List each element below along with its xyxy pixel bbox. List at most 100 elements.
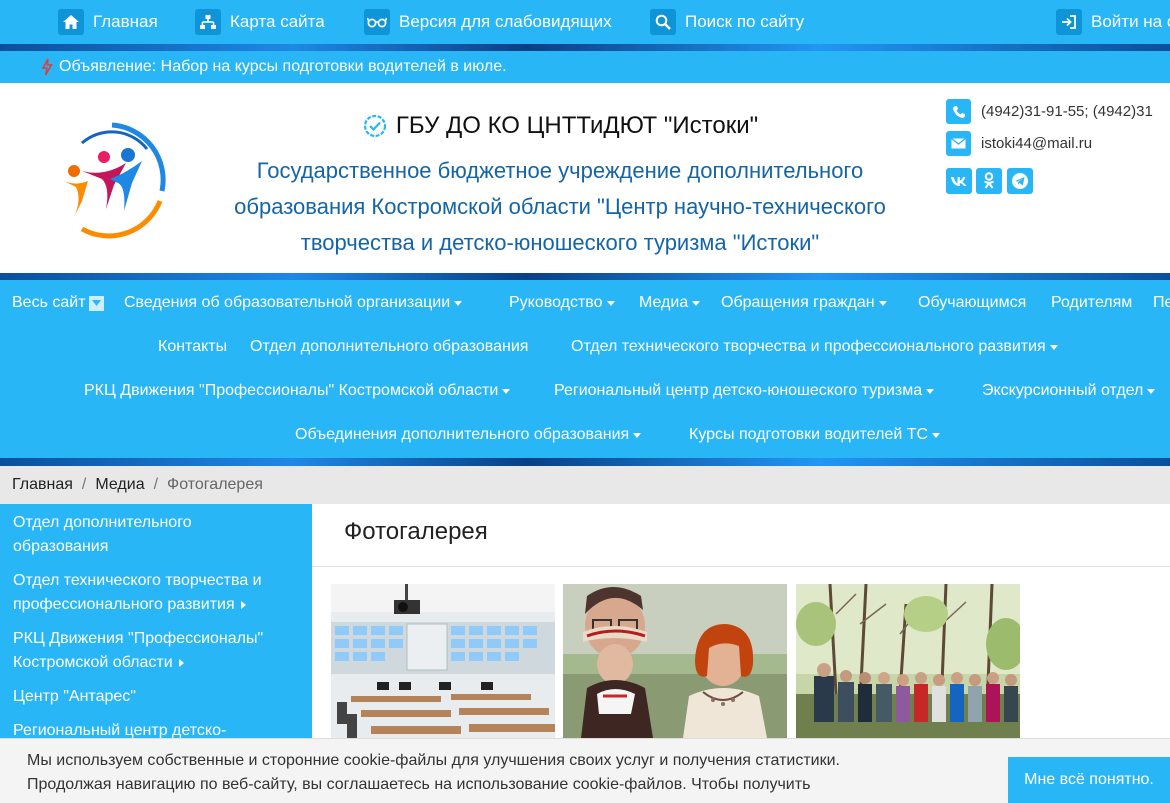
cookie-notice-text: Мы используем собственные и сторонние co… [27,749,987,797]
chevron-down-icon [926,388,935,394]
glasses-icon [364,9,390,35]
chevron-down-icon [1147,388,1156,394]
menu-youth-tourism-center[interactable]: Региональный центр детско-юношеского тур… [554,369,935,413]
site-search-link[interactable]: Поиск по сайту [650,0,804,44]
menu-item-label: Контакты [158,338,228,355]
verified-badge-icon [362,113,388,139]
menu-item-label: Курсы подготовки водителей ТС [689,426,929,443]
decorative-wave-middle [0,273,1170,280]
org-short-name: ГБУ ДО КО ЦНТТиДЮТ "Истоки" [200,112,920,140]
breadcrumb-home[interactable]: Главная [12,476,73,494]
login-link[interactable]: Войти на с [1056,0,1170,44]
menu-technical-creativity-dept[interactable]: Отдел технического творчества и професси… [571,325,1058,369]
announcement-bar[interactable]: Объявление: Набор на курсы подготовки во… [0,51,1170,83]
menu-org-info[interactable]: Сведения об образовательной организации [124,281,463,325]
org-full-name-line: творчества и детско-юношеского туризма "… [300,230,820,255]
menu-all-site[interactable]: Весь сайт [12,281,104,325]
phone-contact[interactable]: (4942)31-91-55; (4942)31 [946,99,1153,124]
menu-item-label: Региональный центр детско-юношеского тур… [554,382,923,399]
menu-additional-education-groups[interactable]: Объединения дополнительного образования [295,413,642,457]
sidebar-item-antares[interactable]: Центр "Антарес" [13,685,303,709]
menu-next-item[interactable]: Пе [1153,281,1170,325]
gallery-photo[interactable] [563,584,787,738]
site-search-link-label: Поиск по сайту [685,12,805,31]
chevron-down-icon [932,432,941,438]
org-full-name-line: Государственное бюджетное учреждение доп… [256,158,864,183]
cookie-notice-line: Продолжая навигацию по веб-сайту, вы сог… [27,776,811,793]
chevron-down-icon [502,388,511,394]
menu-excursion-dept[interactable]: Экскурсионный отдел [982,369,1156,413]
sidebar-item-professionals[interactable]: РКЦ Движения "Профессионалы" Костромской… [13,627,303,675]
menu-item-label: Родителям [1051,294,1133,311]
gallery-photo[interactable] [331,584,555,738]
cookie-accept-button[interactable]: Мне всё понятно. [1008,757,1170,803]
home-link-label: Главная [93,12,158,31]
main-menu: Весь сайт Сведения об образовательной ор… [0,280,1170,458]
menu-item-label: Отдел дополнительного образования [250,338,529,355]
cookie-banner: Мы используем собственные и сторонние co… [0,738,1170,803]
menu-item-label: Объединения дополнительного образования [295,426,630,443]
lightning-icon [41,58,53,76]
menu-citizen-appeals[interactable]: Обращения граждан [721,281,887,325]
dropdown-toggle-icon [88,295,104,311]
menu-item-label: Медиа [639,294,689,311]
sidebar-item-label: профессионального развития [13,596,235,613]
sitemap-link-label: Карта сайта [230,12,325,31]
org-short-name-text: ГБУ ДО КО ЦНТТиДЮТ "Истоки" [395,112,759,139]
site-header: ГБУ ДО КО ЦНТТиДЮТ "Истоки" Государствен… [0,83,1170,273]
sidebar-item-label: Костромской области [13,654,173,671]
breadcrumb-media[interactable]: Медиа [95,476,144,494]
menu-leadership[interactable]: Руководство [509,281,615,325]
home-icon [58,9,84,35]
chevron-down-icon [692,300,701,306]
sitemap-link[interactable]: Карта сайта [195,0,325,44]
accessibility-link-label: Версия для слабовидящих [399,12,612,31]
mail-icon [946,131,971,156]
email-address: istoki44@mail.ru [981,135,1093,152]
menu-item-label: РКЦ Движения "Профессионалы" Костромской… [84,382,499,399]
breadcrumb-separator: / [153,476,159,493]
telegram-icon[interactable] [1007,168,1033,194]
vk-icon[interactable] [946,168,972,194]
menu-parents[interactable]: Родителям [1051,281,1132,325]
menu-additional-education-dept[interactable]: Отдел дополнительного образования [250,325,528,369]
phone-icon [946,99,971,124]
menu-professionals-center[interactable]: РКЦ Движения "Профессионалы" Костромской… [84,369,511,413]
sidebar-item-label: РКЦ Движения "Профессионалы" [13,630,264,647]
menu-students[interactable]: Обучающимся [918,281,1026,325]
sidebar-item-additional-education[interactable]: Отдел дополнительного образования [13,511,303,559]
decorative-wave-top [0,44,1170,51]
top-utility-bar: Главная Карта сайта Версия для слабовидя… [0,0,1170,44]
sidebar-item-technical-creativity[interactable]: Отдел технического творчества и професси… [13,569,303,617]
chevron-down-icon [606,300,615,306]
menu-item-label: Отдел технического творчества и професси… [571,338,1046,355]
chevron-down-icon [1049,344,1058,350]
menu-contacts[interactable]: Контакты [158,325,227,369]
accessibility-link[interactable]: Версия для слабовидящих [364,0,612,44]
menu-item-label: Обращения граждан [721,294,875,311]
menu-media[interactable]: Медиа [639,281,701,325]
site-logo[interactable] [52,121,170,239]
chevron-down-icon [633,432,642,438]
sitemap-icon [195,9,221,35]
org-full-name-line: образования Костромской области "Центр н… [234,194,886,219]
sidebar-item-label: Отдел дополнительного [13,514,192,531]
home-link[interactable]: Главная [58,0,158,44]
email-contact[interactable]: istoki44@mail.ru [946,131,1092,156]
breadcrumb: Главная / Медиа / Фотогалерея [0,466,1170,504]
menu-item-label: Пе [1153,294,1170,311]
page-title: Фотогалерея [344,518,488,545]
menu-item-label: Обучающимся [918,294,1027,311]
menu-item-label: Сведения об образовательной организации [124,294,451,311]
announcement-text: Объявление: Набор на курсы подготовки во… [59,58,507,75]
sidebar-item-label: Отдел технического творчества и [13,572,262,589]
gallery-photo[interactable] [796,584,1020,738]
login-link-label: Войти на с [1091,12,1170,31]
menu-driver-courses[interactable]: Курсы подготовки водителей ТС [689,413,941,457]
odnoklassniki-icon[interactable] [976,168,1002,194]
sidebar-item-label: образования [13,538,109,555]
decorative-wave-bottom [0,458,1170,466]
cookie-notice-line: Мы используем собственные и сторонние co… [27,752,840,769]
menu-item-label: Весь сайт [12,294,86,311]
sidebar-item-label: Центр "Антарес" [13,688,136,705]
